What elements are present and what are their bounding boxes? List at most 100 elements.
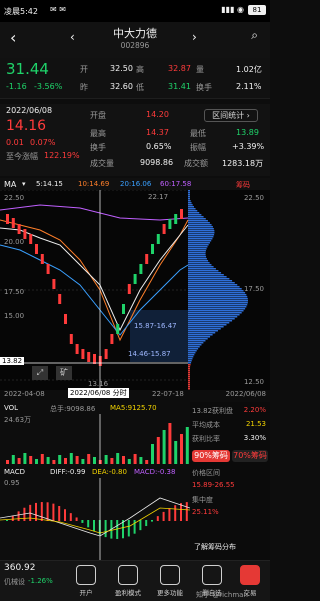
volume-bar: [185, 427, 189, 464]
detail-chg-pct: 0.07%: [30, 138, 56, 147]
ma-name[interactable]: MA: [4, 180, 16, 189]
chip-bar: [188, 306, 247, 308]
cost-label: 平均成本: [192, 421, 220, 429]
chip-bar: [188, 248, 207, 250]
open-value: 32.50: [110, 64, 133, 73]
watermark: 知乎 @richman: [196, 591, 248, 599]
chip-bar: [188, 360, 192, 362]
chip-bar: [188, 284, 238, 286]
chip-bar: [188, 356, 194, 358]
chip-bar: [188, 218, 206, 220]
chip-bar: [188, 328, 221, 330]
y-17: 17.50: [4, 288, 25, 296]
vol-name[interactable]: VOL: [4, 404, 18, 412]
candle: [69, 334, 73, 344]
volume-bar: [75, 456, 79, 464]
ticker-pct: -1.26%: [28, 577, 53, 585]
chip70-button[interactable]: 70%筹码: [232, 450, 268, 462]
chip-bar: [188, 274, 224, 276]
prev-value: 32.60: [110, 82, 133, 91]
index-ticker[interactable]: 360.92 仉械设 -1.26%: [4, 563, 54, 599]
volume-bar: [110, 458, 114, 464]
kline-chart[interactable]: [0, 190, 270, 390]
chip-bar: [188, 358, 193, 360]
chip-bar: [188, 272, 222, 274]
tab-open-account[interactable]: 开户: [66, 565, 106, 597]
tab-more[interactable]: 更多功能: [150, 565, 190, 597]
chip-bar: [188, 282, 235, 284]
detail-amp-label: 振幅: [190, 143, 206, 152]
chip-bar: [188, 242, 210, 244]
volume-bar: [93, 457, 96, 464]
chip-bar: [188, 288, 242, 290]
chip-bar: [188, 254, 206, 256]
tab-profit-mode[interactable]: 盈利模式: [108, 565, 148, 597]
chip-bar: [188, 222, 210, 224]
prev-stock-icon[interactable]: ‹: [70, 30, 75, 44]
high-label: 高: [136, 65, 144, 74]
macd-bar: [151, 520, 153, 522]
search-icon[interactable]: ⌕: [251, 28, 258, 43]
expand-icon[interactable]: ⤢: [32, 366, 48, 380]
ma10-value: 10:14.69: [78, 180, 110, 188]
candle: [151, 244, 154, 254]
learn-chip-link[interactable]: 了解筹码分布: [194, 542, 236, 552]
chip90-button[interactable]: 90%筹码: [192, 450, 230, 462]
interval-stats-button[interactable]: 区间统计 ›: [204, 109, 258, 122]
macd-bar: [69, 513, 72, 521]
chip-bar: [188, 320, 233, 322]
macd-bar: [180, 503, 182, 521]
candle: [133, 274, 137, 284]
macd-bar: [168, 508, 171, 521]
volume-bar: [156, 437, 160, 464]
candle: [11, 218, 15, 228]
macd-bar: [17, 511, 20, 521]
macd-bar: [174, 505, 177, 521]
chip-bar: [188, 380, 190, 382]
volume-value: 1.02亿: [236, 65, 262, 74]
chip-bar: [188, 376, 190, 378]
range-value: 15.89-26.55: [192, 481, 235, 489]
conc-label: 集中度: [192, 496, 213, 504]
chip-bar: [188, 292, 246, 294]
macd-bar: [104, 520, 107, 538]
detail-open-label: 开盘: [90, 111, 106, 120]
volume-bar: [81, 459, 85, 464]
volume-bar: [29, 456, 33, 464]
next-stock-icon[interactable]: ›: [192, 30, 197, 44]
back-icon[interactable]: ‹: [10, 28, 16, 47]
chip-bar: [188, 192, 190, 194]
candle: [46, 264, 50, 274]
detail-turnover-label: 换手: [90, 143, 106, 152]
volume-bar: [104, 455, 108, 464]
chip-bar: [188, 214, 202, 216]
ma-legend: MA ▾ 5:14.15 10:14.69 20:16.06 60:17.58 …: [0, 178, 270, 190]
draw-icon[interactable]: 矿: [56, 366, 72, 380]
chip-bar: [188, 348, 199, 350]
chip-bar: [188, 310, 244, 312]
candle: [75, 344, 79, 354]
detail-vol-label: 成交量: [90, 159, 114, 168]
detail-turnover: 0.65%: [146, 142, 172, 151]
volume-bar: [64, 458, 67, 464]
macd-bar: [58, 505, 61, 521]
chip-bar: [188, 264, 212, 266]
macd-bar: [6, 520, 8, 521]
macd-name[interactable]: MACD: [4, 468, 25, 476]
chip-bar: [188, 316, 238, 318]
date-start: 2022-04-08: [4, 390, 45, 398]
macd-bar: [87, 520, 90, 528]
chip-bar: [188, 308, 246, 310]
volume-bar: [145, 460, 149, 464]
chip-label[interactable]: 筹码: [236, 180, 250, 190]
detail-low: 13.89: [236, 128, 259, 137]
chip-bar: [188, 256, 207, 258]
detail-chg: 0.01: [6, 138, 24, 147]
macd-bar: [139, 520, 142, 531]
chip-bar: [188, 386, 190, 388]
chip-bar: [188, 374, 190, 376]
y-15: 15.00: [4, 312, 25, 320]
chip-bar: [188, 194, 190, 196]
status-time: 凌晨5:42: [4, 7, 38, 16]
macd-bar: [40, 502, 43, 521]
